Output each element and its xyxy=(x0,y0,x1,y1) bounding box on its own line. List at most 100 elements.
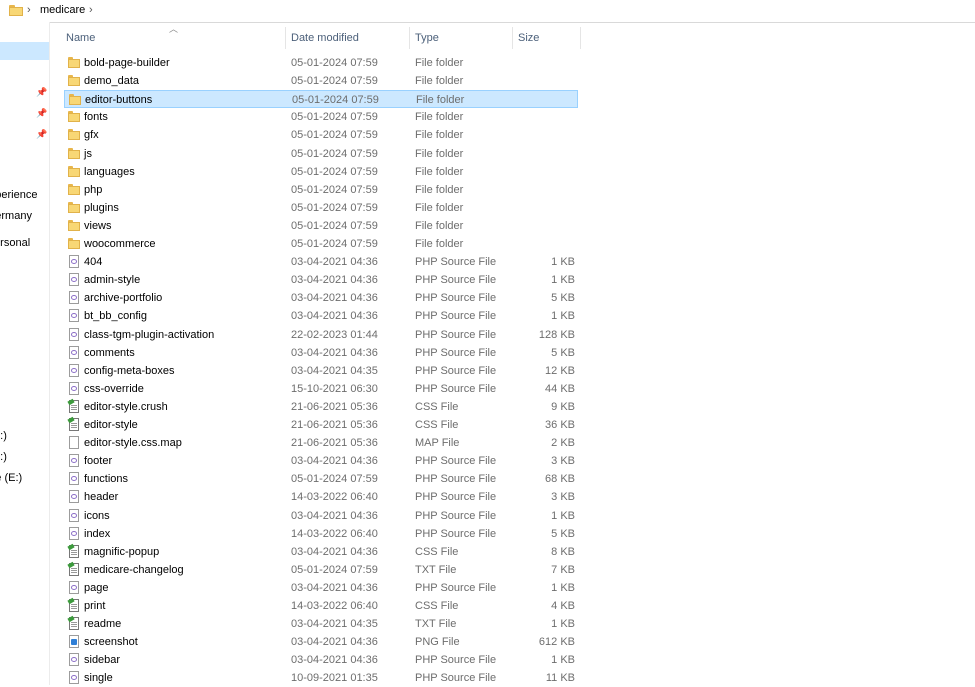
folder-icon xyxy=(68,56,80,70)
css-file-icon xyxy=(69,418,79,431)
file-row[interactable]: footer 03-04-2021 04:36 PHP Source File 3 K… xyxy=(64,452,578,470)
file-size: 1 KB xyxy=(551,310,575,323)
file-type: PHP Source File xyxy=(415,473,497,486)
file-row[interactable]: editor-style 21-06-2021 05:36 CSS File 36 K… xyxy=(64,416,578,434)
file-row[interactable]: php 05-01-2024 07:59 File folder xyxy=(64,181,578,199)
file-row[interactable]: 404 03-04-2021 04:36 PHP Source File 1 KB xyxy=(64,253,578,271)
file-date-modified: 03-04-2021 04:36 xyxy=(291,581,378,594)
nav-item-label: k (C:) xyxy=(0,430,7,442)
folder-icon xyxy=(68,74,80,88)
file-row[interactable]: admin-style 03-04-2021 04:36 PHP Source Fi… xyxy=(64,271,578,289)
nav-item-label: k (D:) xyxy=(0,451,7,463)
breadcrumb-medicare[interactable]: medicare xyxy=(40,4,85,16)
file-row[interactable]: class-tgm-plugin-activation 22-02-2023 01… xyxy=(64,326,578,344)
file-row[interactable]: print 14-03-2022 06:40 CSS File 4 KB xyxy=(64,597,578,615)
file-date-modified: 03-04-2021 04:35 xyxy=(291,364,378,377)
file-date-modified: 03-04-2021 04:36 xyxy=(291,636,378,649)
file-name: languages xyxy=(84,165,135,178)
file-date-modified: 05-01-2024 07:59 xyxy=(291,238,378,250)
column-header-date-modified[interactable]: Date modified xyxy=(291,27,359,49)
file-row[interactable]: views 05-01-2024 07:59 File folder xyxy=(64,217,578,235)
folder-icon xyxy=(68,147,80,161)
file-name: bold-page-builder xyxy=(84,57,170,69)
file-row[interactable]: header 14-03-2022 06:40 PHP Source File 3 K… xyxy=(64,488,578,506)
file-row[interactable]: archive-portfolio 03-04-2021 04:36 PHP Sou… xyxy=(64,289,578,307)
sort-ascending-icon: ︿ xyxy=(169,24,179,34)
column-divider[interactable] xyxy=(512,27,513,49)
nav-item[interactable]: - Personal xyxy=(0,234,49,252)
file-size: 5 KB xyxy=(551,527,575,540)
file-type: PHP Source File xyxy=(415,256,497,269)
file-row[interactable]: gfx 05-01-2024 07:59 File folder xyxy=(64,126,578,144)
file-row[interactable]: single 10-09-2021 01:35 PHP Source File 11 … xyxy=(64,669,578,687)
file-name: functions xyxy=(84,473,129,486)
column-divider[interactable] xyxy=(409,27,410,49)
nav-item[interactable]: nts📌 xyxy=(0,104,49,122)
nav-item[interactable]: ume (E:) xyxy=(0,469,49,487)
nav-item[interactable]: ds📌 xyxy=(0,83,49,101)
chevron-right-icon[interactable]: › xyxy=(27,4,31,16)
file-row[interactable]: sidebar 03-04-2021 04:36 PHP Source File 1 … xyxy=(64,651,578,669)
file-row[interactable]: magnific-popup 03-04-2021 04:36 CSS File 8 … xyxy=(64,543,578,561)
nav-item[interactable]: ess xyxy=(0,42,49,60)
css-file-icon xyxy=(69,599,79,612)
file-row[interactable]: page 03-04-2021 04:36 PHP Source File 1 KB xyxy=(64,579,578,597)
column-divider[interactable] xyxy=(580,27,581,49)
file-row[interactable]: plugins 05-01-2024 07:59 File folder xyxy=(64,199,578,217)
file-date-modified: 03-04-2021 04:36 xyxy=(291,346,378,359)
column-header-name[interactable]: Name xyxy=(66,27,95,49)
php-file-icon xyxy=(69,345,79,359)
file-name: icons xyxy=(84,509,110,522)
file-name: php xyxy=(84,183,103,196)
navigation-pane[interactable]: essds📌nts📌📌-experiencex-germany- Persona… xyxy=(0,22,50,685)
file-date-modified: 05-01-2024 07:59 xyxy=(291,183,378,196)
nav-item[interactable]: k (D:) xyxy=(0,448,49,466)
file-name: class-tgm-plugin-activation xyxy=(84,328,215,341)
file-row[interactable]: editor-style.css.map 21-06-2021 05:36 MAP … xyxy=(64,434,578,452)
nav-item[interactable]: -experience xyxy=(0,186,49,204)
nav-item[interactable]: ts xyxy=(0,283,49,301)
file-size: 2 KB xyxy=(551,437,575,450)
pin-icon: 📌 xyxy=(36,108,48,118)
address-bar[interactable]: › medicare › xyxy=(0,0,975,23)
nav-item[interactable]: 📌 xyxy=(0,125,49,143)
file-name: editor-style.css.map xyxy=(84,437,182,450)
file-row[interactable]: readme 03-04-2021 04:35 TXT File 1 KB xyxy=(64,615,578,633)
file-row[interactable]: css-override 15-10-2021 06:30 PHP Source F… xyxy=(64,380,578,398)
file-row[interactable]: js 05-01-2024 07:59 File folder xyxy=(64,145,578,163)
column-header-type[interactable]: Type xyxy=(415,27,439,49)
file-row[interactable]: comments 03-04-2021 04:36 PHP Source File 5… xyxy=(64,344,578,362)
file-row[interactable]: icons 03-04-2021 04:36 PHP Source File 1 KB xyxy=(64,507,578,525)
nav-item[interactable]: ds xyxy=(0,345,49,363)
file-row[interactable]: bt_bb_config 03-04-2021 04:36 PHP Source F… xyxy=(64,307,578,325)
nav-item[interactable]: x-germany xyxy=(0,207,49,225)
file-row[interactable]: config-meta-boxes 03-04-2021 04:35 PHP Sou… xyxy=(64,362,578,380)
file-type: File folder xyxy=(415,201,464,214)
file-row[interactable]: medicare-changelog 05-01-2024 07:59 TXT Fi… xyxy=(64,561,578,579)
file-date-modified: 15-10-2021 06:30 xyxy=(291,382,378,395)
file-row[interactable]: languages 05-01-2024 07:59 File folder xyxy=(64,163,578,181)
file-row[interactable]: fonts 05-01-2024 07:59 File folder xyxy=(64,108,578,126)
chevron-right-icon[interactable]: › xyxy=(89,4,93,16)
file-type: PHP Source File xyxy=(415,455,497,468)
file-row[interactable]: functions 05-01-2024 07:59 PHP Source File… xyxy=(64,470,578,488)
file-row[interactable]: index 14-03-2022 06:40 PHP Source File 5 KB xyxy=(64,525,578,543)
file-date-modified: 05-01-2024 07:59 xyxy=(291,219,378,232)
file-row[interactable]: woocommerce 05-01-2024 07:59 File folder xyxy=(64,235,578,253)
file-row[interactable]: screenshot 03-04-2021 04:36 PNG File 612 KB xyxy=(64,633,578,651)
file-size: 1 KB xyxy=(551,654,575,667)
file-name: js xyxy=(84,147,92,160)
nav-item[interactable]: k (C:) xyxy=(0,427,49,445)
file-name: page xyxy=(84,581,109,594)
column-divider[interactable] xyxy=(285,27,286,49)
file-row[interactable]: bold-page-builder 05-01-2024 07:59 File fo… xyxy=(64,54,578,72)
column-header-size[interactable]: Size xyxy=(518,27,539,49)
file-name: archive-portfolio xyxy=(84,292,163,305)
nav-item[interactable]: nts xyxy=(0,324,49,342)
file-row[interactable]: editor-style.crush 21-06-2021 05:36 CSS Fi… xyxy=(64,398,578,416)
nav-item-label: ume (E:) xyxy=(0,472,23,484)
file-name: medicare-changelog xyxy=(84,563,184,576)
nav-item[interactable]: (G:) xyxy=(0,510,49,528)
file-row[interactable]: demo_data 05-01-2024 07:59 File folder xyxy=(64,72,578,90)
file-row[interactable]: editor-buttons 05-01-2024 07:59 File folde… xyxy=(64,90,578,109)
